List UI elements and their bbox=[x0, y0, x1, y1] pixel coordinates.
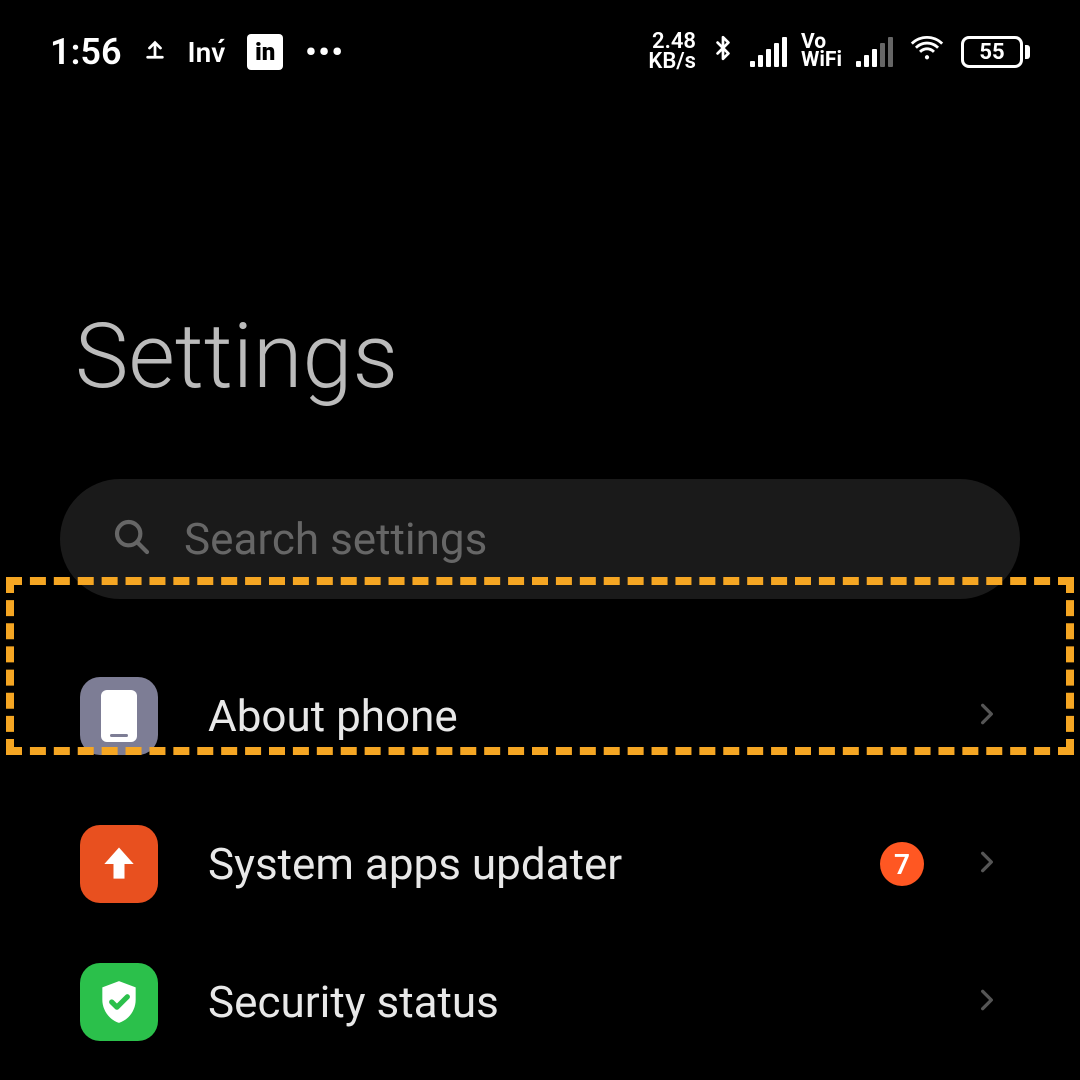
status-left: 1:56 Inv in ••• bbox=[50, 31, 345, 73]
signal-bars-1-icon bbox=[750, 37, 787, 67]
wifi-icon bbox=[907, 31, 947, 73]
status-time: 1:56 bbox=[50, 31, 122, 73]
search-placeholder: Search settings bbox=[184, 513, 487, 565]
settings-item-security-status[interactable]: Security status bbox=[0, 933, 1080, 1071]
vowifi-indicator: Vo WiFi bbox=[801, 34, 842, 70]
settings-item-about-phone[interactable]: About phone bbox=[0, 637, 1080, 795]
page-title: Settings bbox=[0, 94, 1080, 409]
bluetooth-icon bbox=[710, 30, 736, 74]
search-icon bbox=[112, 517, 152, 561]
settings-item-system-apps-updater[interactable]: System apps updater 7 bbox=[0, 795, 1080, 933]
phone-icon bbox=[80, 677, 158, 755]
chevron-right-icon bbox=[974, 978, 1000, 1026]
signal-bars-2-icon bbox=[856, 37, 893, 67]
status-right: 2.48 KB/s Vo WiFi 55 bbox=[648, 30, 1030, 74]
updater-arrow-up-icon bbox=[80, 825, 158, 903]
vowifi-bottom: WiFi bbox=[801, 52, 842, 70]
inv-app-icon: Inv bbox=[188, 36, 226, 69]
status-bar: 1:56 Inv in ••• 2.48 KB/s Vo WiFi bbox=[0, 0, 1080, 94]
upload-icon bbox=[144, 33, 166, 71]
more-notifications-icon: ••• bbox=[305, 35, 344, 70]
notification-badge: 7 bbox=[880, 842, 924, 886]
search-bar[interactable]: Search settings bbox=[60, 479, 1020, 599]
battery-indicator: 55 bbox=[961, 36, 1030, 68]
settings-list: About phone System apps updater 7 bbox=[0, 637, 1080, 1071]
item-label: Security status bbox=[208, 976, 924, 1028]
chevron-right-icon bbox=[974, 840, 1000, 888]
linkedin-icon: in bbox=[247, 34, 283, 70]
chevron-right-icon bbox=[974, 692, 1000, 740]
item-label: About phone bbox=[208, 690, 924, 742]
data-speed-indicator: 2.48 KB/s bbox=[648, 32, 696, 72]
item-label: System apps updater bbox=[208, 838, 830, 890]
data-speed-unit: KB/s bbox=[648, 52, 696, 72]
shield-check-icon bbox=[80, 963, 158, 1041]
battery-level: 55 bbox=[961, 36, 1023, 68]
